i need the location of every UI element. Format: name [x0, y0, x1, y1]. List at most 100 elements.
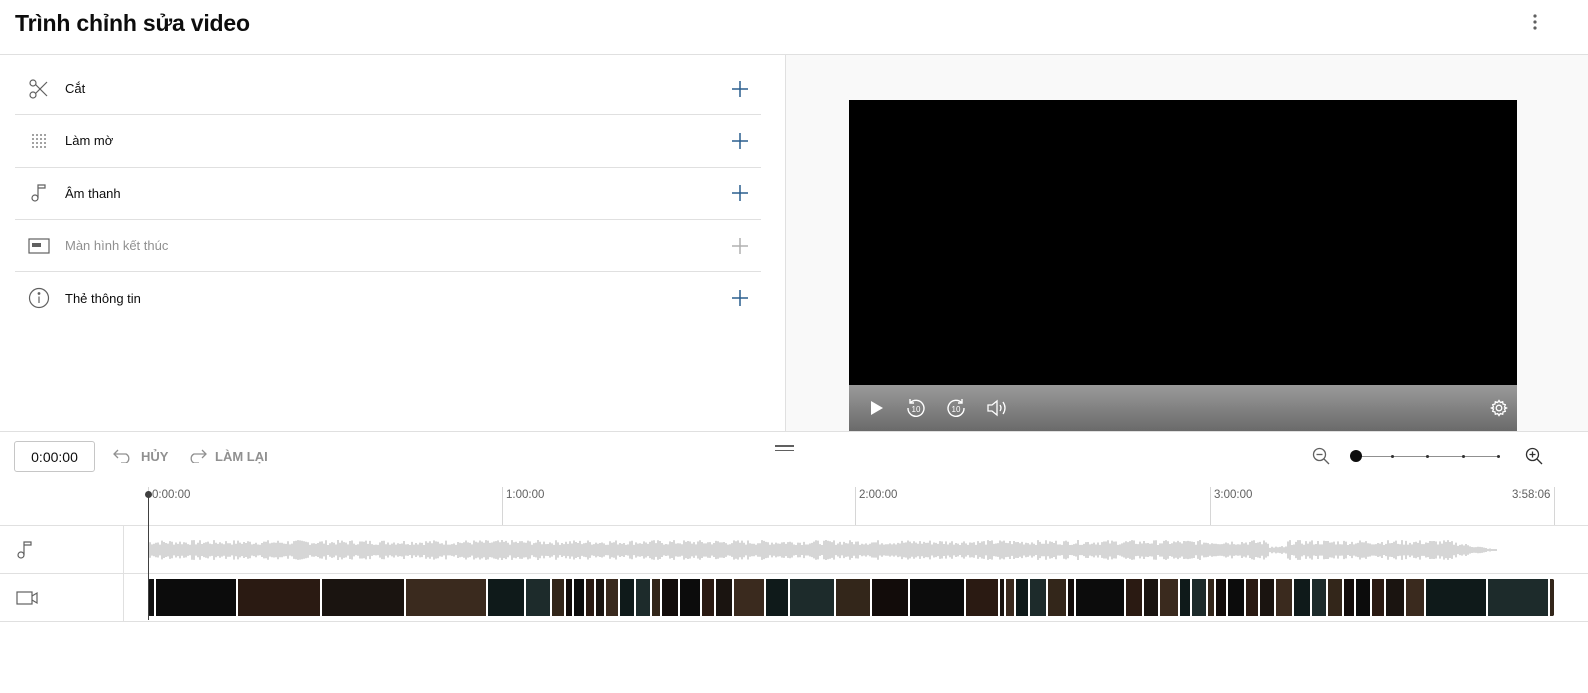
undo-label: HỦY	[141, 448, 169, 464]
zoom-tick	[1462, 455, 1465, 458]
video-frame-thumbnail	[404, 579, 486, 616]
svg-text:10: 10	[952, 405, 961, 414]
ruler-label: 3:00:00	[1214, 489, 1253, 501]
redo-button[interactable]: LÀM LẠI	[187, 445, 268, 467]
video-player[interactable]: 10 10	[849, 100, 1517, 431]
video-frame-thumbnail	[1310, 579, 1326, 616]
video-frame-thumbnail	[1274, 579, 1292, 616]
video-frame-thumbnail	[1370, 579, 1384, 616]
zoom-slider[interactable]	[1350, 449, 1502, 463]
tool-row-cut[interactable]: Cắt	[15, 63, 761, 116]
video-frame-thumbnail	[732, 579, 764, 616]
add-cut-button[interactable]	[727, 76, 753, 102]
tool-label: Màn hình kết thúc	[65, 238, 169, 254]
video-track-header	[0, 574, 124, 621]
video-frame-thumbnail	[236, 579, 320, 616]
zoom-out-button[interactable]	[1310, 445, 1332, 467]
video-frame-thumbnail	[1190, 579, 1206, 616]
tool-label: Cắt	[65, 81, 86, 97]
video-frame-thumbnail	[1004, 579, 1014, 616]
page-title: Trình chỉnh sửa video	[15, 10, 250, 36]
tool-row-audio[interactable]: Âm thanh	[15, 168, 761, 220]
ruler-tick	[1554, 487, 1555, 525]
video-frame-thumbnail	[764, 579, 788, 616]
video-frame-thumbnail	[870, 579, 908, 616]
zoom-knob[interactable]	[1350, 450, 1362, 462]
music-note-icon	[27, 181, 51, 205]
more-vert-icon	[1533, 14, 1537, 30]
redo-label: LÀM LẠI	[215, 448, 268, 464]
video-frame-thumbnail	[1404, 579, 1424, 616]
scissors-icon	[27, 77, 51, 101]
video-frame-thumbnail	[584, 579, 594, 616]
video-filmstrip[interactable]	[148, 579, 1554, 616]
video-frame-thumbnail	[486, 579, 524, 616]
video-frame-thumbnail	[594, 579, 604, 616]
time-ruler[interactable]: 0:00:00 1:00:00 2:00:00 3:00:00 3:58:06	[148, 487, 1555, 525]
video-frame-thumbnail	[1258, 579, 1274, 616]
zoom-out-icon	[1312, 447, 1330, 465]
svg-text:10: 10	[912, 405, 921, 414]
video-frame-thumbnail	[1486, 579, 1548, 616]
tool-label: Thẻ thông tin	[65, 290, 141, 306]
video-camera-icon	[16, 590, 38, 605]
undo-icon	[113, 449, 133, 463]
video-frame-thumbnail	[678, 579, 700, 616]
ruler-label: 1:00:00	[506, 489, 545, 501]
video-frame-thumbnail	[714, 579, 732, 616]
video-frame-thumbnail	[1292, 579, 1310, 616]
video-frame-thumbnail	[1066, 579, 1074, 616]
audio-waveform	[148, 540, 1497, 560]
tools-panel: Cắt Làm mờ Âm thanh Màn hình kết thúc Th…	[0, 55, 785, 431]
forward-10-icon: 10	[947, 399, 965, 417]
volume-icon	[987, 399, 1006, 417]
gear-icon	[1490, 399, 1508, 417]
video-frame-thumbnail	[1142, 579, 1158, 616]
video-frame-thumbnail	[524, 579, 550, 616]
video-frame-thumbnail	[1244, 579, 1258, 616]
blur-icon	[27, 129, 51, 153]
more-options-button[interactable]	[1521, 8, 1549, 36]
undo-button[interactable]: HỦY	[113, 445, 168, 467]
audio-track[interactable]	[0, 525, 1588, 574]
playhead-handle[interactable]	[145, 491, 152, 498]
resize-handle[interactable]	[775, 445, 794, 453]
settings-button[interactable]	[1488, 397, 1510, 419]
video-frame-thumbnail	[1342, 579, 1354, 616]
plus-icon	[732, 185, 748, 202]
end-screen-icon	[27, 234, 51, 258]
music-note-icon	[17, 540, 32, 559]
tool-label: Âm thanh	[65, 185, 121, 201]
play-button[interactable]	[866, 397, 888, 419]
video-frame-thumbnail	[572, 579, 584, 616]
video-frame-thumbnail	[1548, 579, 1554, 616]
video-frame-thumbnail	[634, 579, 650, 616]
tool-list: Cắt Làm mờ Âm thanh Màn hình kết thúc Th…	[15, 63, 761, 324]
tool-row-blur[interactable]: Làm mờ	[15, 115, 761, 168]
zoom-in-button[interactable]	[1523, 445, 1545, 467]
add-blur-button[interactable]	[727, 128, 753, 154]
tool-row-end-screen: Màn hình kết thúc	[15, 220, 761, 273]
ruler-tick	[1210, 487, 1211, 525]
tool-row-info-cards[interactable]: Thẻ thông tin	[15, 272, 761, 324]
rewind-10-button[interactable]: 10	[905, 397, 927, 419]
ruler-tick	[502, 487, 503, 525]
video-track[interactable]	[0, 574, 1588, 622]
add-audio-button[interactable]	[727, 180, 753, 206]
forward-10-button[interactable]: 10	[945, 397, 967, 419]
video-editor-app: Trình chỉnh sửa video Cắt Làm mờ Âm than…	[0, 0, 1588, 693]
zoom-tick	[1391, 455, 1394, 458]
video-frame-thumbnail	[660, 579, 678, 616]
plus-icon	[732, 290, 748, 307]
playhead[interactable]	[145, 491, 152, 620]
video-frame-thumbnail	[964, 579, 998, 616]
zoom-tick	[1426, 455, 1429, 458]
video-frame-thumbnail	[618, 579, 634, 616]
redo-icon	[187, 449, 207, 463]
audio-track-header	[0, 526, 124, 573]
replay-10-icon: 10	[907, 399, 925, 417]
volume-button[interactable]	[986, 397, 1008, 419]
video-frame-thumbnail	[650, 579, 660, 616]
add-info-card-button[interactable]	[727, 285, 753, 311]
current-time-field[interactable]: 0:00:00	[14, 441, 95, 472]
